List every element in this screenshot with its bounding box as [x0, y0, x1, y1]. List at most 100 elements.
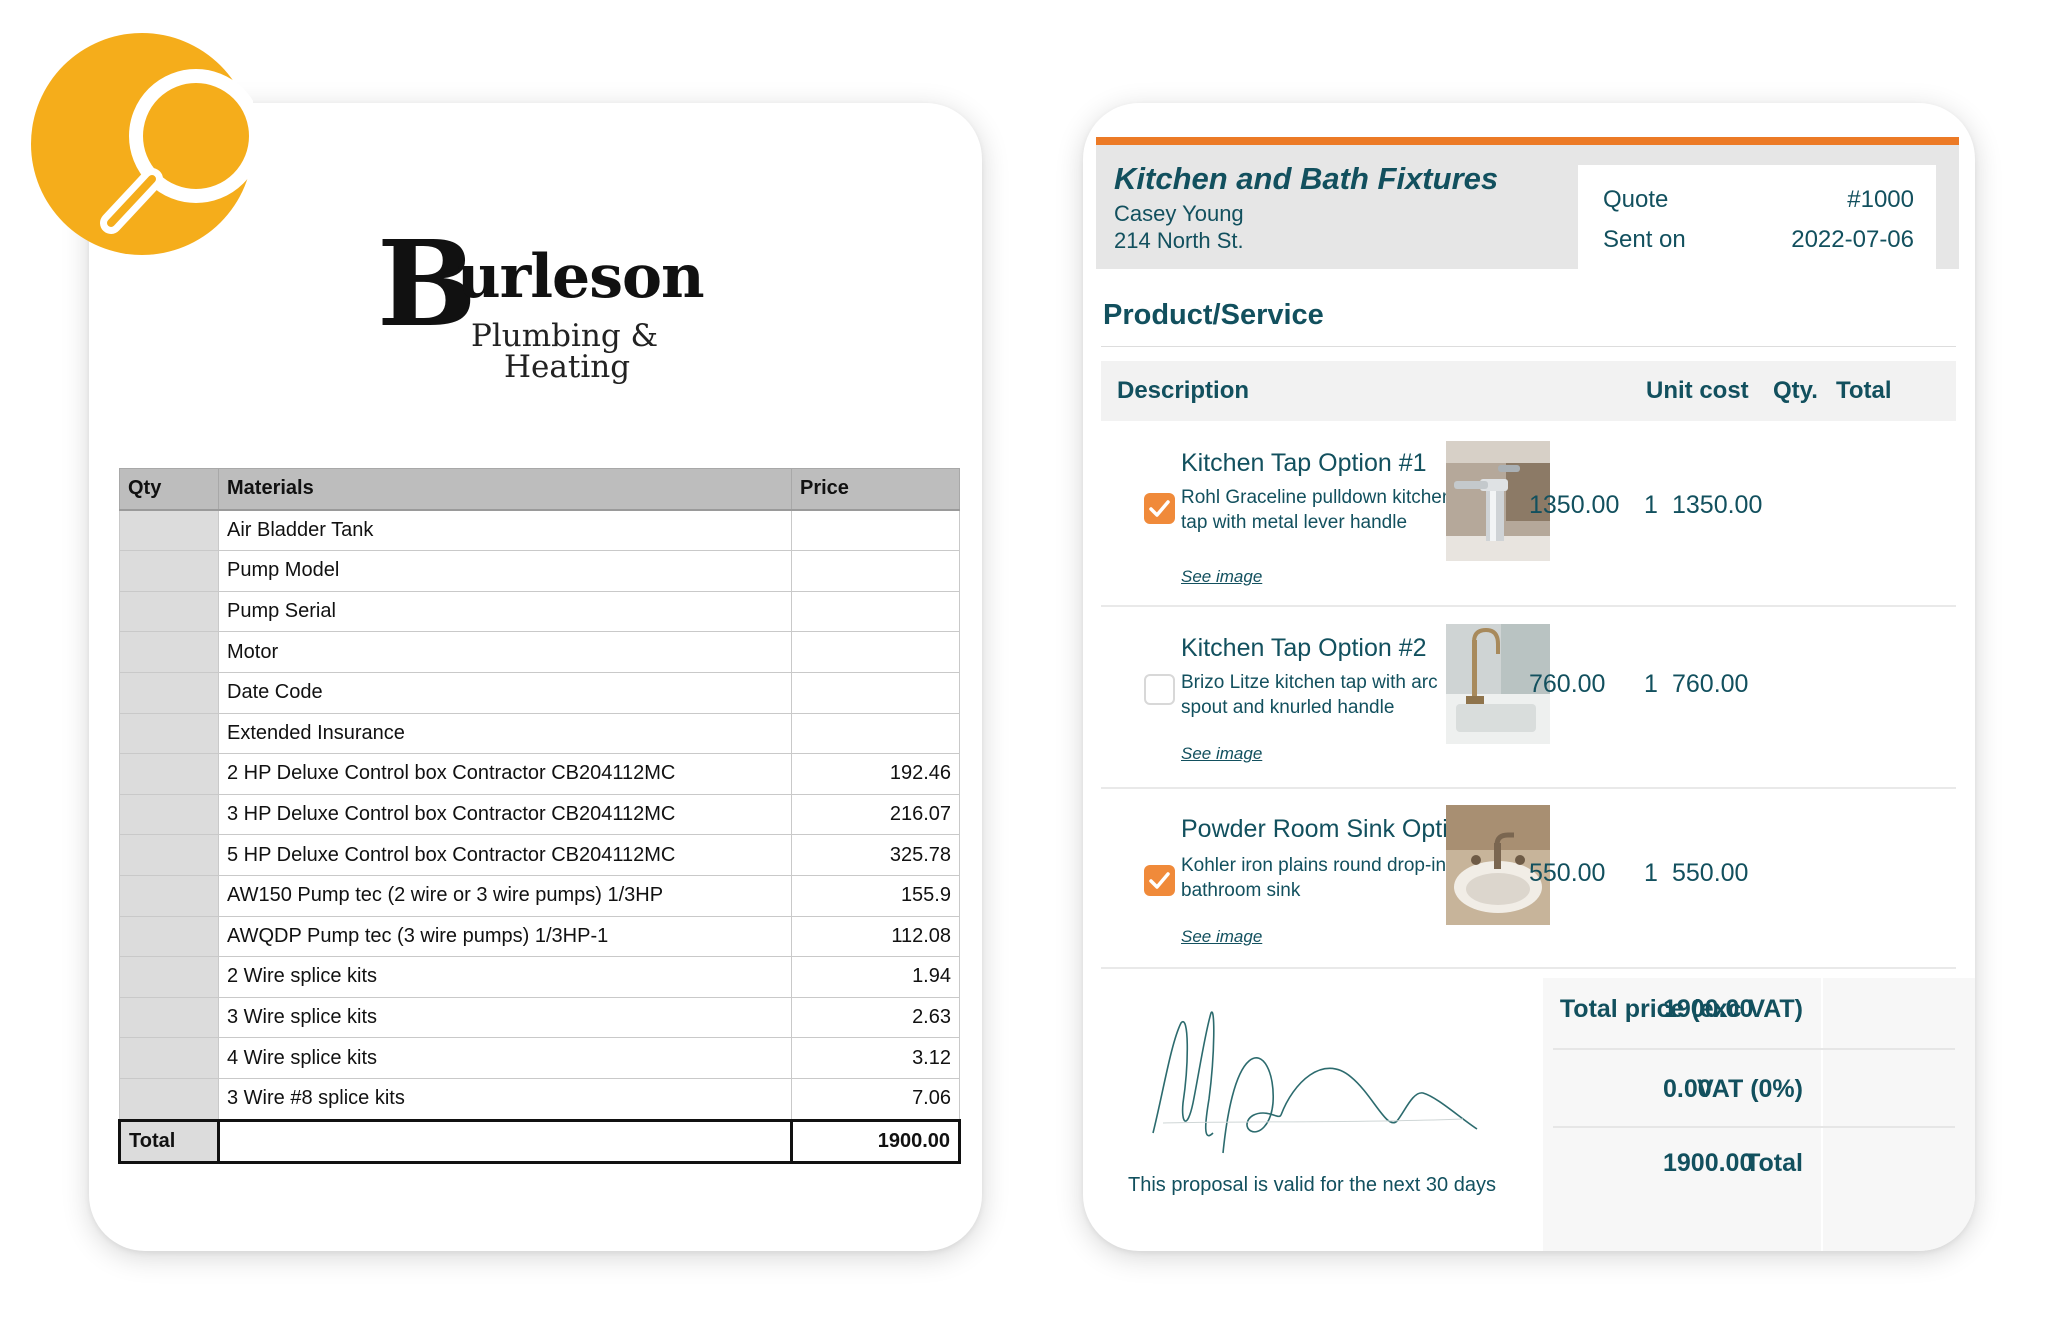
material-price: 216.07 [791, 793, 960, 836]
total-value: 1900.00 [790, 1118, 961, 1164]
quote-label: Quote [1603, 186, 1669, 213]
material-name: 4 Wire splice kits [218, 1037, 792, 1079]
checkmark-icon [1149, 872, 1170, 889]
item-qty: 1 [1644, 859, 1658, 887]
line-item: Powder Room Sink Option #1 Kohler iron p… [1101, 789, 1956, 969]
line-item: Kitchen Tap Option #2 Brizo Litze kitche… [1101, 608, 1956, 783]
magnifier-badge [31, 33, 253, 255]
item-description: Kohler iron plains round drop-in bathroo… [1181, 855, 1447, 901]
material-row: 2 HP Deluxe Control box Contractor CB204… [119, 753, 960, 795]
signature [1152, 1011, 1478, 1154]
material-name: AWQDP Pump tec (3 wire pumps) 1/3HP-1 [218, 915, 792, 958]
validity-note: This proposal is valid for the next 30 d… [1128, 1174, 1496, 1196]
item-total: 760.00 [1672, 670, 1749, 698]
totals-divider [1821, 978, 1823, 1251]
material-name: Extended Insurance [218, 712, 792, 755]
materials-header-row: Qty Materials Price [119, 467, 960, 511]
materials-total-row: Total 1900.00 [118, 1118, 961, 1164]
material-price [791, 712, 960, 755]
subtotal-value: 1900.00 [1663, 995, 1754, 1023]
material-price: 2.63 [791, 996, 960, 1039]
total-spacer [217, 1118, 793, 1164]
material-price: 7.06 [791, 1077, 960, 1121]
material-qty [119, 1077, 219, 1121]
material-name: 3 Wire #8 splice kits [218, 1077, 792, 1121]
item-title: Kitchen Tap Option #2 [1181, 634, 1427, 662]
client-name: Casey Young [1114, 201, 1244, 226]
material-name: 3 Wire splice kits [218, 996, 792, 1039]
material-qty [119, 1037, 219, 1079]
material-name: Motor [218, 631, 792, 673]
quote-header: Kitchen and Bath Fixtures Casey Young 21… [1096, 145, 1959, 269]
material-price: 1.94 [791, 956, 960, 998]
items-header: Description Unit cost Qty. Total [1101, 361, 1956, 421]
material-row: 3 HP Deluxe Control box Contractor CB204… [119, 793, 960, 836]
material-price: 325.78 [791, 834, 960, 876]
divider [1101, 605, 1956, 607]
material-name: AW150 Pump tec (2 wire or 3 wire pumps) … [218, 874, 792, 917]
quote-meta-box: Quote #1000 Sent on 2022-07-06 [1578, 165, 1936, 269]
description-column-header: Description [1117, 377, 1250, 404]
line-item: Kitchen Tap Option #1 Rohl Graceline pul… [1101, 423, 1956, 603]
item-qty: 1 [1644, 491, 1658, 519]
item-total: 550.00 [1672, 859, 1749, 887]
material-qty [119, 793, 219, 836]
material-name: 2 Wire splice kits [218, 956, 792, 998]
divider [1553, 1048, 1955, 1050]
material-row: Date Code [119, 671, 960, 714]
material-price: 192.46 [791, 753, 960, 795]
material-name: Air Bladder Tank [218, 509, 792, 552]
see-image-link[interactable]: See image [1181, 927, 1262, 947]
material-name: 2 HP Deluxe Control box Contractor CB204… [218, 753, 792, 795]
material-price: 155.9 [791, 874, 960, 917]
material-price [791, 590, 960, 633]
unit-cost: 1350.00 [1529, 491, 1620, 519]
item-qty: 1 [1644, 670, 1658, 698]
materials-card: B urleson Plumbing & Heating Qty Materia… [89, 103, 982, 1251]
qty-column-header: Qty. [1773, 377, 1818, 404]
item-checkbox-checked[interactable] [1144, 493, 1175, 524]
material-qty [119, 712, 219, 755]
material-qty [119, 550, 219, 592]
divider [1101, 967, 1956, 969]
vat-value: 0.00 [1663, 1075, 1712, 1103]
material-qty [119, 915, 219, 958]
material-row: 4 Wire splice kits 3.12 [119, 1037, 960, 1079]
material-qty [119, 590, 219, 633]
item-checkbox-checked[interactable] [1144, 865, 1175, 896]
material-row: 2 Wire splice kits 1.94 [119, 956, 960, 998]
grand-total-label: Total [1745, 1149, 1803, 1177]
material-price [791, 509, 960, 552]
see-image-link[interactable]: See image [1181, 567, 1262, 587]
material-name: Pump Model [218, 550, 792, 592]
material-row: Pump Serial [119, 590, 960, 633]
item-title: Kitchen Tap Option #1 [1181, 449, 1427, 477]
material-qty [119, 834, 219, 876]
divider [1101, 346, 1956, 347]
total-column-header: Total [1836, 377, 1892, 404]
see-image-link[interactable]: See image [1181, 744, 1262, 764]
unit-cost-column-header: Unit cost [1646, 377, 1749, 404]
client-address: 214 North St. [1114, 228, 1244, 253]
item-checkbox-unchecked[interactable] [1144, 674, 1175, 705]
quote-number: #1000 [1847, 186, 1914, 213]
vat-label: VAT (0%) [1696, 1075, 1803, 1103]
material-qty [119, 996, 219, 1039]
material-row: Extended Insurance [119, 712, 960, 755]
total-label: Total [118, 1118, 220, 1164]
material-qty [119, 956, 219, 998]
magnifier-icon [100, 69, 253, 234]
material-qty [119, 631, 219, 673]
material-row: Pump Model [119, 550, 960, 592]
brand-accent-bar [1096, 137, 1959, 145]
material-row: 5 HP Deluxe Control box Contractor CB204… [119, 834, 960, 876]
material-row: AW150 Pump tec (2 wire or 3 wire pumps) … [119, 874, 960, 917]
checkmark-icon [1149, 500, 1170, 517]
material-qty [119, 874, 219, 917]
sent-label: Sent on [1603, 226, 1686, 253]
company-name: Kitchen and Bath Fixtures [1114, 161, 1499, 196]
company-logo: B urleson Plumbing & Heating [377, 225, 707, 383]
divider [1553, 1126, 1955, 1128]
material-name: 5 HP Deluxe Control box Contractor CB204… [218, 834, 792, 876]
material-row: Air Bladder Tank [119, 509, 960, 552]
